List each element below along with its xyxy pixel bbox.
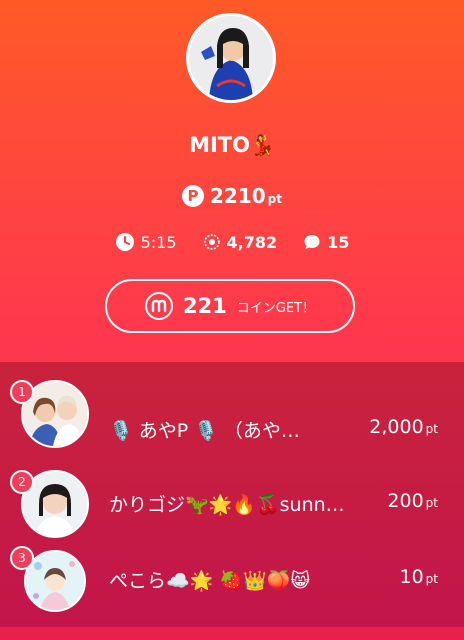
- ranking-name: かりゴジ🦖🌟🔥🍒sunn…: [109, 494, 345, 516]
- rank-badge: 2: [10, 470, 34, 494]
- ranking-points-unit: pt: [425, 572, 438, 586]
- ranking-row-2[interactable]: 2 かりゴジ🦖🌟🔥🍒sunn… 200 pt: [0, 466, 464, 554]
- points-unit: pt: [267, 192, 282, 206]
- ranking-row-3[interactable]: 3 ぺこら☁️🌟 🍓👑🍑😸 10 pt: [0, 546, 464, 634]
- ranking-row-1[interactable]: 1 🎙️ あやP 🎙️ （あや… 2,000 pt: [0, 376, 464, 464]
- ranking-name: ぺこら☁️🌟 🍓👑🍑😸: [109, 570, 311, 592]
- ranking-points-value: 10: [399, 566, 424, 588]
- ranking-name: 🎙️ あやP 🎙️ （あや…: [109, 420, 300, 442]
- points-value: 2210: [210, 184, 266, 208]
- points-display: P 2210 pt: [0, 184, 464, 208]
- profile-avatar[interactable]: [186, 13, 276, 103]
- ranking-points-unit: pt: [425, 496, 438, 510]
- ranking-points-value: 2,000: [369, 416, 424, 438]
- stats-bar: 5:15 4,782 15: [0, 232, 464, 252]
- coin-icon: [144, 292, 173, 320]
- profile-name-text: MITO: [189, 133, 250, 157]
- ranking-points: 10 pt: [399, 566, 438, 588]
- stat-comments: 15: [303, 233, 349, 252]
- ranking-points: 200 pt: [387, 490, 438, 512]
- coin-get-button[interactable]: 221 コインGET！: [105, 279, 355, 333]
- bottom-strip: [0, 627, 464, 640]
- comment-icon: [303, 233, 321, 251]
- coin-value: 221: [182, 294, 227, 318]
- ranking-points: 2,000 pt: [369, 416, 438, 438]
- rank-badge: 1: [10, 380, 34, 404]
- clock-icon: [115, 232, 135, 252]
- ranking-points-value: 200: [387, 490, 424, 512]
- ranking-points-unit: pt: [425, 422, 438, 436]
- rank-badge: 3: [10, 546, 34, 570]
- profile-name: MITO💃: [0, 133, 464, 157]
- eye-icon: [203, 233, 221, 251]
- ranking-list: 1 🎙️ あやP 🎙️ （あや… 2,000 pt 2 かりゴジ🦖🌟🔥🍒sunn……: [0, 362, 464, 627]
- stat-time-value: 5:15: [140, 232, 177, 252]
- stat-comments-value: 15: [327, 232, 350, 252]
- stat-views: 4,782: [203, 232, 278, 252]
- points-icon: P: [182, 185, 204, 207]
- stat-views-value: 4,782: [226, 232, 278, 252]
- coin-label: コインGET！: [236, 300, 316, 316]
- stat-time: 5:15: [115, 232, 177, 252]
- profile-name-emoji: 💃: [249, 133, 275, 157]
